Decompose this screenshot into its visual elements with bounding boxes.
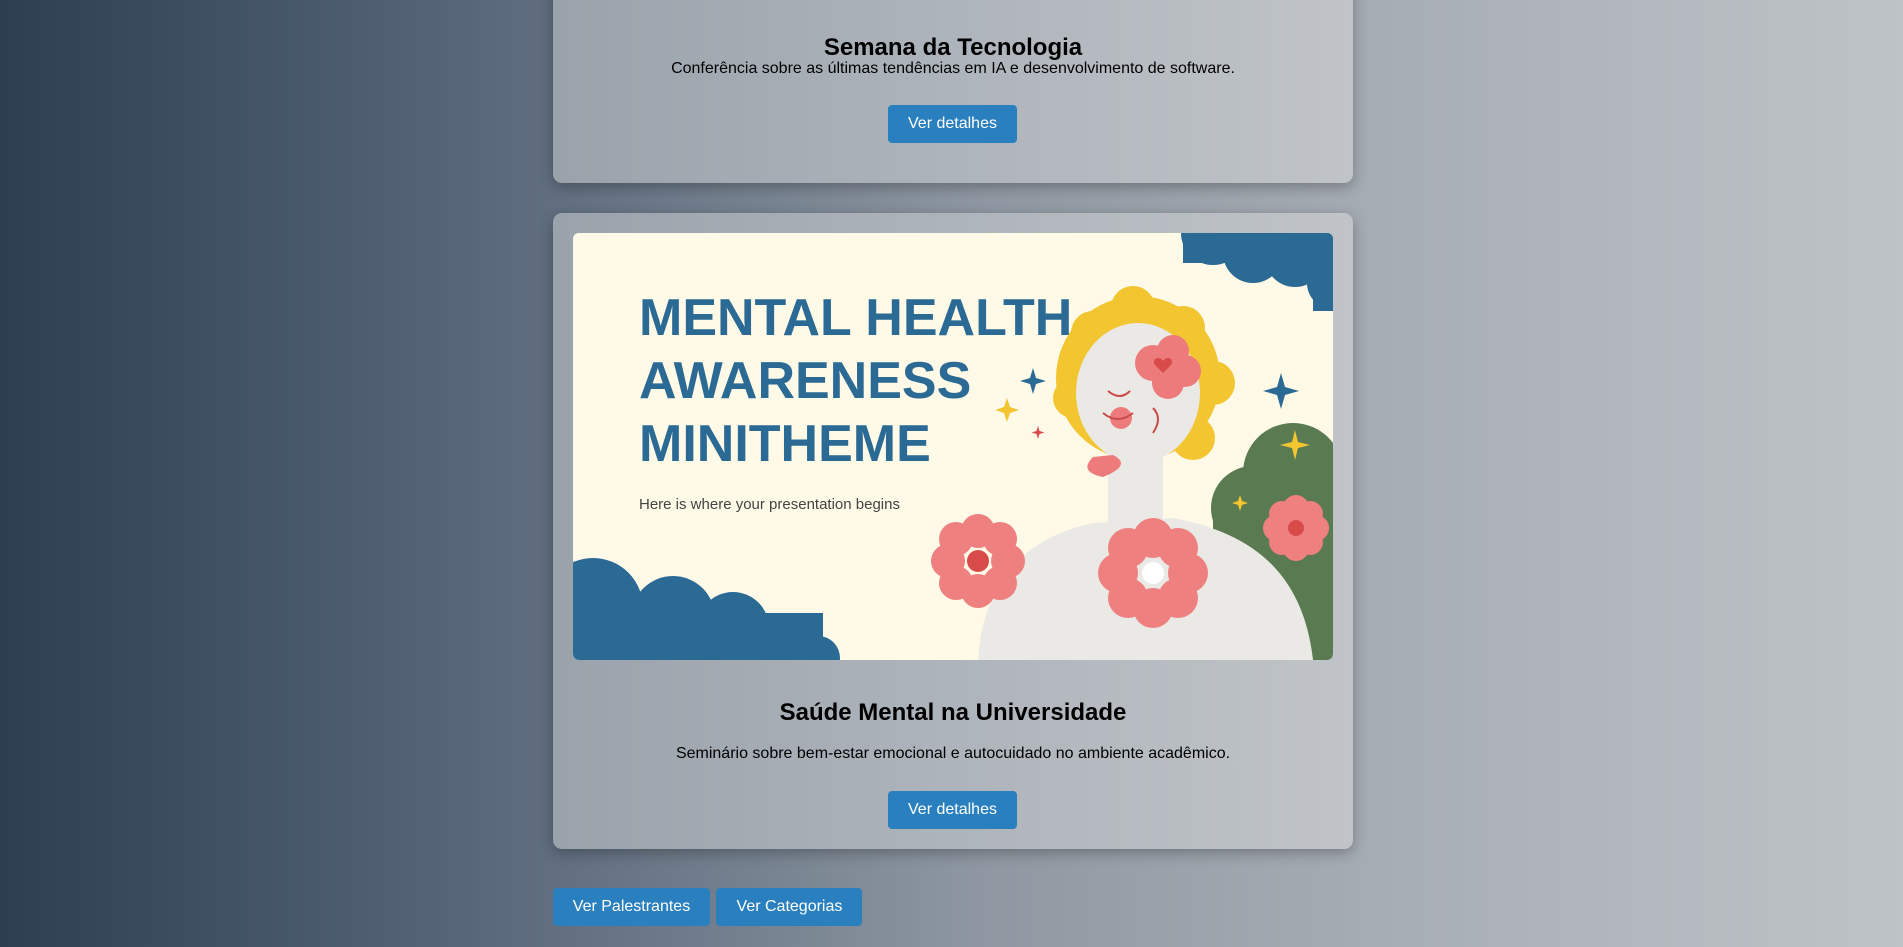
event-description: Seminário sobre bem-estar emocional e au… [675, 745, 1231, 762]
event-banner-image: MENTAL HEALTH AWARENESS MINITHEME Here i… [573, 233, 1333, 660]
event-card: MENTAL HEALTH AWARENESS MINITHEME Here i… [553, 213, 1353, 849]
page-actions: Ver Palestrantes Ver Categorias [553, 888, 864, 926]
flower-shape [1263, 495, 1329, 561]
banner-title-line-3: MINITHEME [639, 415, 931, 473]
event-card: Semana da Tecnologia Conferência sobre a… [553, 0, 1353, 183]
flower-shape [931, 514, 1025, 608]
banner-title-line-1: MENTAL HEALTH [639, 289, 1072, 347]
event-details-button[interactable]: Ver detalhes [888, 105, 1017, 143]
event-title: Semana da Tecnologia [823, 34, 1083, 61]
event-description: Conferência sobre as últimas tendências … [671, 60, 1235, 77]
banner-subtitle: Here is where your presentation begins [639, 496, 900, 513]
view-categories-button[interactable]: Ver Categorias [716, 888, 863, 926]
banner-title-line-2: AWARENESS [639, 352, 971, 410]
flower-shape [1098, 518, 1208, 628]
view-speakers-button[interactable]: Ver Palestrantes [553, 888, 710, 926]
event-title: Saúde Mental na Universidade [779, 699, 1127, 726]
event-details-button[interactable]: Ver detalhes [888, 791, 1017, 829]
